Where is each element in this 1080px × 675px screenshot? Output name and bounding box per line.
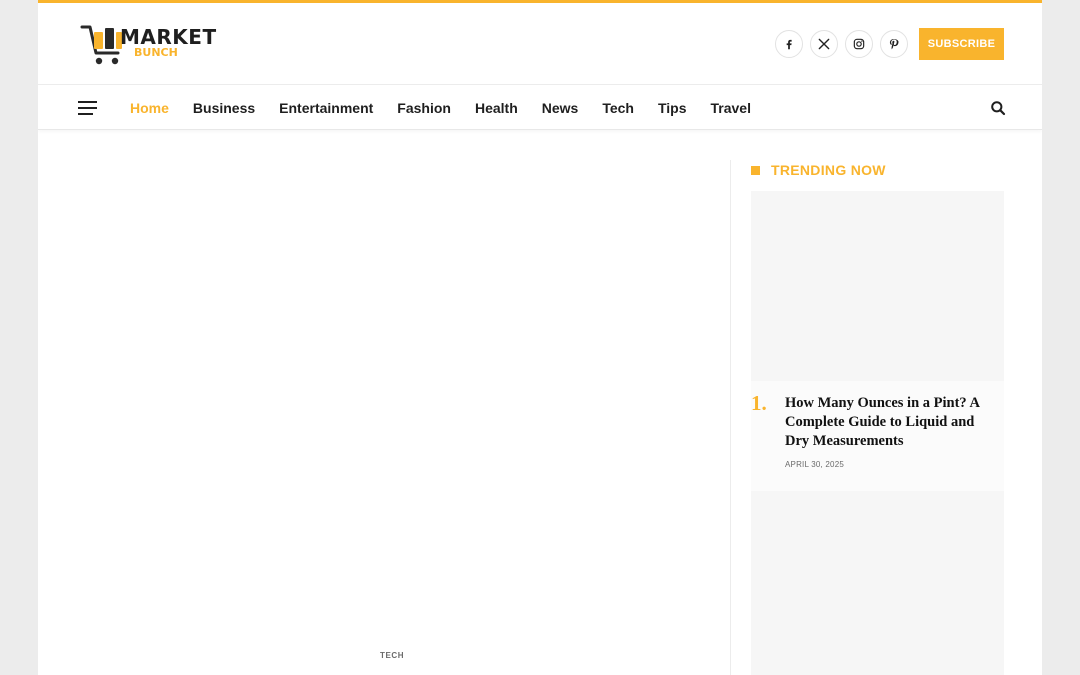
trending-post-date: APRIL 30, 2025 <box>785 460 844 469</box>
search-icon[interactable] <box>990 100 1006 116</box>
trending-thumbnail-next[interactable] <box>751 491 1004 675</box>
nav-item-entertainment[interactable]: Entertainment <box>279 100 373 116</box>
sidebar: TRENDING NOW 1. How Many Ounces in a Pin… <box>751 160 1004 675</box>
main-navigation: Home Business Entertainment Fashion Heal… <box>38 86 1042 130</box>
nav-item-health[interactable]: Health <box>475 100 518 116</box>
subscribe-button[interactable]: SUBSCRIBE <box>919 28 1004 60</box>
hamburger-icon[interactable] <box>78 101 97 115</box>
nav-item-tech[interactable]: Tech <box>602 100 634 116</box>
site-header: MARKET BUNCH SUBSCRIBE <box>38 3 1042 85</box>
trending-heading: TRENDING NOW <box>751 160 1004 180</box>
site-logo[interactable]: MARKET BUNCH <box>80 23 230 73</box>
instagram-icon[interactable] <box>845 30 873 58</box>
trending-title: TRENDING NOW <box>771 162 886 178</box>
nav-menu: Home Business Entertainment Fashion Heal… <box>130 86 775 130</box>
social-links <box>775 30 908 58</box>
post-category-label[interactable]: TECH <box>380 651 404 660</box>
page: MARKET BUNCH SUBSCRIBE Home Business Ent… <box>38 0 1042 675</box>
nav-item-news[interactable]: News <box>542 100 579 116</box>
nav-item-tips[interactable]: Tips <box>658 100 687 116</box>
main-content: TECH <box>38 131 730 675</box>
nav-item-fashion[interactable]: Fashion <box>397 100 451 116</box>
trending-post: 1. How Many Ounces in a Pint? A Complete… <box>751 381 1004 491</box>
trending-post-number: 1. <box>751 391 767 415</box>
nav-item-business[interactable]: Business <box>193 100 255 116</box>
column-divider <box>730 160 731 675</box>
heading-marker <box>751 165 760 175</box>
nav-item-home[interactable]: Home <box>130 100 169 116</box>
trending-post-title[interactable]: How Many Ounces in a Pint? A Complete Gu… <box>785 394 1000 451</box>
trending-thumbnail[interactable] <box>751 191 1004 381</box>
pinterest-icon[interactable] <box>880 30 908 58</box>
nav-item-travel[interactable]: Travel <box>711 100 751 116</box>
x-twitter-icon[interactable] <box>810 30 838 58</box>
facebook-icon[interactable] <box>775 30 803 58</box>
